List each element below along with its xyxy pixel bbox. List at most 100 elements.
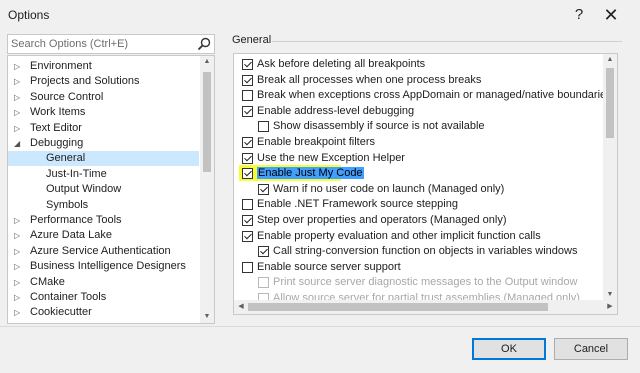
tree-item[interactable]: ▷ Work Items <box>8 105 199 120</box>
option-label: Warn if no user code on launch (Managed … <box>273 182 505 195</box>
option-checkbox[interactable] <box>242 59 253 70</box>
tree-item[interactable]: ▷ Cross Platform <box>8 321 199 323</box>
tree-item[interactable]: ▷ Business Intelligence Designers <box>8 259 199 274</box>
tree-item[interactable]: ▷ Cookiecutter <box>8 305 199 320</box>
scroll-up-arrow-icon[interactable]: ▲ <box>603 54 617 66</box>
option-label: Enable property evaluation and other imp… <box>257 229 541 242</box>
option-checkbox[interactable] <box>242 261 253 273</box>
option-checkbox[interactable] <box>242 90 253 102</box>
window-title: Options <box>8 8 50 22</box>
option-label: Enable .NET Framework source stepping <box>257 198 458 211</box>
tree-item-label: General <box>46 152 86 165</box>
scroll-right-arrow-icon[interactable]: ▶ <box>603 301 617 313</box>
tree-item-label: Environment <box>30 60 92 72</box>
expand-arrow-icon[interactable]: ▷ <box>14 74 24 89</box>
option-label: Break all processes when one process bre… <box>257 73 482 86</box>
option-checkbox[interactable] <box>258 121 269 133</box>
options-list[interactable]: Allow source server for partial trust as… <box>233 53 618 302</box>
tree-item-label: Business Intelligence Designers <box>30 260 186 273</box>
options-tree[interactable]: ▷ Cross Platform ▷ Cookiecutter ▷ Container T… <box>7 55 215 324</box>
horizontal-scrollbar[interactable]: ◀ ▶ <box>233 300 618 315</box>
scroll-down-arrow-icon[interactable]: ▼ <box>200 311 214 323</box>
expand-arrow-icon[interactable]: ▷ <box>14 59 24 74</box>
option-checkbox[interactable] <box>242 230 253 242</box>
tree-item[interactable]: Output Window <box>8 182 199 197</box>
tree-item-label: Cross Platform <box>30 321 103 323</box>
scroll-left-arrow-icon[interactable]: ◀ <box>234 301 248 313</box>
tree-item-label: Performance Tools <box>30 214 122 226</box>
ok-button[interactable]: OK <box>472 338 546 360</box>
option-checkbox[interactable] <box>242 168 253 180</box>
group-divider <box>272 41 622 42</box>
tree-item[interactable]: Symbols <box>8 198 199 213</box>
expand-arrow-icon[interactable]: ▷ <box>14 121 24 136</box>
option-checkbox[interactable] <box>258 277 269 289</box>
cancel-button[interactable]: Cancel <box>554 338 628 360</box>
option-checkbox[interactable] <box>242 199 253 211</box>
collapse-arrow-icon[interactable]: ◢ <box>14 136 24 151</box>
option-label: Enable address-level debugging <box>257 104 415 117</box>
option-label: Print source server diagnostic messages … <box>273 276 578 289</box>
title-bar: Options ? ✕ <box>0 0 640 30</box>
expand-arrow-icon[interactable]: ▷ <box>14 305 24 320</box>
option-checkbox[interactable] <box>242 215 253 226</box>
tree-item[interactable]: ◢ Debugging <box>8 136 199 151</box>
tree-scrollbar[interactable]: ▲ ▼ <box>200 56 214 323</box>
tree-item[interactable]: ▷ Projects and Solutions <box>8 74 199 89</box>
tree-item[interactable]: ▷ Text Editor <box>8 121 199 136</box>
list-scroll-thumb[interactable] <box>606 68 614 138</box>
option-checkbox[interactable] <box>242 74 253 86</box>
tree-scroll-thumb[interactable] <box>203 72 211 172</box>
close-button[interactable]: ✕ <box>598 2 624 28</box>
option-label: Use the new Exception Helper <box>257 151 405 164</box>
tree-item-label: Just-In-Time <box>46 167 107 180</box>
option-checkbox[interactable] <box>242 137 253 148</box>
tree-item[interactable]: ▷ Performance Tools <box>8 213 199 228</box>
expand-arrow-icon[interactable]: ▷ <box>14 244 24 259</box>
tree-item-label: CMake <box>30 275 65 288</box>
expand-arrow-icon[interactable]: ▷ <box>14 275 24 290</box>
tree-item-label: Source Control <box>30 90 104 103</box>
tree-item[interactable]: ▷ Azure Service Authentication <box>8 244 199 259</box>
option-label: Break when exceptions cross AppDomain or… <box>257 89 618 102</box>
tree-item-label: Azure Service Authentication <box>30 244 171 257</box>
expand-arrow-icon[interactable]: ▷ <box>14 290 24 305</box>
option-checkbox[interactable] <box>258 183 269 195</box>
expand-arrow-icon[interactable]: ▷ <box>14 321 24 323</box>
tree-item[interactable]: ▷ Source Control <box>8 90 199 105</box>
help-button[interactable]: ? <box>566 2 592 28</box>
option-label: Call string-conversion function on objec… <box>273 245 578 258</box>
tree-item-label: Cookiecutter <box>30 306 92 319</box>
list-scrollbar[interactable]: ▲ ▼ <box>603 54 617 301</box>
option-label: Enable source server support <box>257 260 401 273</box>
group-label: General <box>232 34 272 46</box>
tree-item-label: Output Window <box>46 183 122 196</box>
search-icon[interactable] <box>196 36 212 52</box>
expand-arrow-icon[interactable]: ▷ <box>14 259 24 274</box>
tree-item-label: Debugging <box>30 137 84 149</box>
tree-item[interactable]: ▷ Container Tools <box>8 290 199 305</box>
expand-arrow-icon[interactable]: ▷ <box>14 213 24 228</box>
scroll-up-arrow-icon[interactable]: ▲ <box>200 56 214 68</box>
tree-item[interactable]: ▷ CMake <box>8 275 199 290</box>
option-label: Show disassembly if source is not availa… <box>273 120 485 133</box>
option-checkbox[interactable] <box>242 105 253 117</box>
tree-item-label: Azure Data Lake <box>30 229 112 242</box>
tree-item-label: Projects and Solutions <box>30 75 140 88</box>
option-checkbox[interactable] <box>242 152 253 164</box>
tree-item[interactable]: General <box>8 151 199 167</box>
horizontal-scroll-thumb[interactable] <box>248 303 548 311</box>
option-label: Ask before deleting all breakpoints <box>257 58 426 70</box>
expand-arrow-icon[interactable]: ▷ <box>14 90 24 105</box>
tree-item[interactable]: ▷ Azure Data Lake <box>8 228 199 243</box>
search-input[interactable] <box>11 36 191 51</box>
expand-arrow-icon[interactable]: ▷ <box>14 228 24 243</box>
option-label: Enable Just My Code <box>257 166 364 181</box>
tree-item-label: Container Tools <box>30 291 107 303</box>
tree-item[interactable]: Just-In-Time <box>8 167 199 182</box>
tree-item-label: Symbols <box>46 198 89 211</box>
option-checkbox[interactable] <box>258 246 269 258</box>
expand-arrow-icon[interactable]: ▷ <box>14 105 24 120</box>
tree-item[interactable]: ▷ Environment <box>8 59 199 74</box>
option-label: Step over properties and operators (Mana… <box>257 214 507 226</box>
